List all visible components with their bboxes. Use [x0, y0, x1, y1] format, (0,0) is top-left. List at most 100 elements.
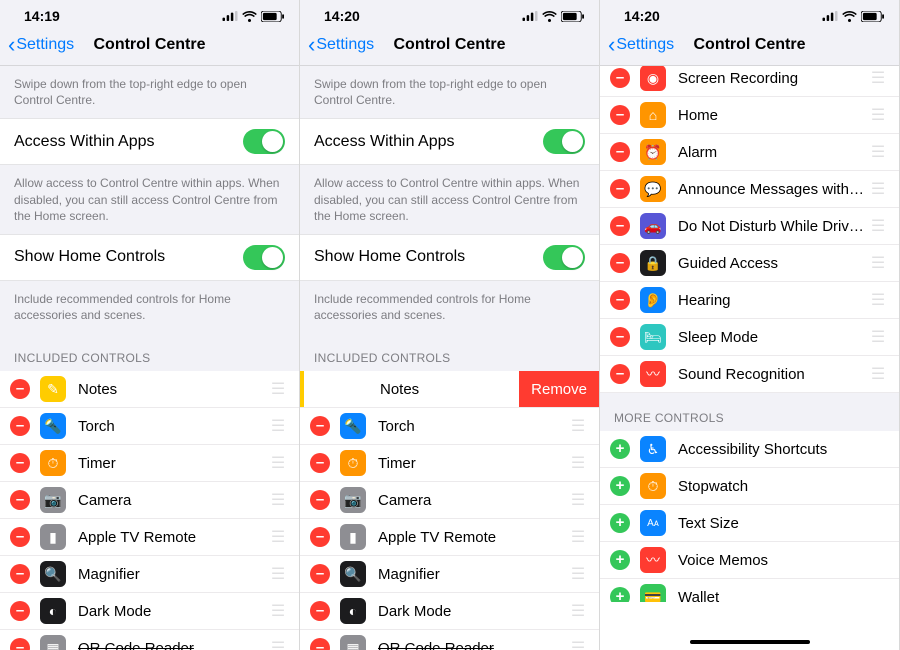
row-label: Magnifier — [78, 566, 267, 583]
drag-handle-icon[interactable] — [867, 290, 889, 310]
remove-icon[interactable] — [310, 490, 330, 510]
alarm-icon: ⏰ — [640, 139, 666, 165]
wifi-icon — [842, 11, 857, 22]
remove-icon[interactable] — [310, 638, 330, 650]
row-label: Dark Mode — [78, 603, 267, 620]
home-controls-toggle[interactable] — [543, 245, 585, 270]
status-time: 14:20 — [624, 8, 660, 24]
list-item: 〰 Sound Recognition — [600, 356, 899, 393]
drag-handle-icon[interactable] — [267, 527, 289, 547]
sleep-mode-icon: 🛏 — [640, 324, 666, 350]
list-item: ⏱ Timer — [300, 445, 599, 482]
access-toggle[interactable] — [243, 129, 285, 154]
drag-handle-icon[interactable] — [867, 179, 889, 199]
list-item: ✎ Notes — [0, 371, 299, 408]
remove-icon[interactable] — [610, 142, 630, 162]
remove-icon[interactable] — [610, 364, 630, 384]
remove-icon[interactable] — [10, 564, 30, 584]
home-controls-toggle[interactable] — [243, 245, 285, 270]
battery-icon — [861, 11, 885, 22]
status-icons — [522, 11, 585, 22]
drag-handle-icon[interactable] — [867, 105, 889, 125]
row-label: QR Code Reader — [78, 640, 267, 650]
access-toggle[interactable] — [543, 129, 585, 154]
remove-icon[interactable] — [610, 216, 630, 236]
remove-icon[interactable] — [310, 527, 330, 547]
remove-icon[interactable] — [10, 379, 30, 399]
page-title: Control Centre — [694, 36, 806, 54]
apple-tv-remote-icon: ▮ — [40, 524, 66, 550]
remove-icon[interactable] — [10, 416, 30, 436]
remove-icon[interactable] — [610, 68, 630, 88]
qr-code-icon: ▦ — [40, 635, 66, 650]
drag-handle-icon[interactable] — [267, 490, 289, 510]
remove-icon[interactable] — [10, 638, 30, 650]
cellular-icon — [222, 11, 238, 21]
drag-handle-icon[interactable] — [267, 416, 289, 436]
list-item: ◐ Dark Mode — [300, 593, 599, 630]
row-label: Apple TV Remote — [78, 529, 267, 546]
row-label: Notes — [78, 381, 267, 398]
drag-handle-icon[interactable] — [567, 490, 589, 510]
remove-button[interactable]: Remove — [519, 371, 599, 407]
cellular-icon — [522, 11, 538, 21]
notes-icon: ✎ — [40, 376, 66, 402]
drag-handle-icon[interactable] — [567, 601, 589, 621]
home-controls-label: Show Home Controls — [314, 248, 543, 266]
row-label: QR Code Reader — [378, 640, 567, 650]
back-label: Settings — [16, 36, 74, 54]
torch-icon: 🔦 — [40, 413, 66, 439]
accessibility-icon: ♿︎ — [640, 436, 666, 462]
drag-handle-icon[interactable] — [867, 253, 889, 273]
drag-handle-icon[interactable] — [867, 216, 889, 236]
drag-handle-icon[interactable] — [567, 564, 589, 584]
remove-icon[interactable] — [310, 564, 330, 584]
remove-icon[interactable] — [10, 453, 30, 473]
drag-handle-icon[interactable] — [267, 601, 289, 621]
remove-icon[interactable] — [610, 253, 630, 273]
home-controls-label: Show Home Controls — [14, 248, 243, 266]
row-label: Voice Memos — [678, 552, 889, 569]
drag-handle-icon[interactable] — [867, 327, 889, 347]
drag-handle-icon[interactable] — [567, 416, 589, 436]
list-item: 🔍 Magnifier — [0, 556, 299, 593]
drag-handle-icon[interactable] — [867, 142, 889, 162]
remove-icon[interactable] — [610, 179, 630, 199]
apple-tv-remote-icon: ▮ — [340, 524, 366, 550]
remove-icon[interactable] — [610, 327, 630, 347]
remove-icon[interactable] — [310, 453, 330, 473]
remove-icon[interactable] — [610, 105, 630, 125]
status-icons — [822, 11, 885, 22]
back-button[interactable]: ‹ Settings — [608, 34, 674, 56]
remove-icon[interactable] — [10, 490, 30, 510]
announce-messages-icon: 💬 — [640, 176, 666, 202]
back-button[interactable]: ‹ Settings — [8, 34, 74, 56]
remove-icon[interactable] — [10, 527, 30, 547]
add-icon[interactable] — [610, 513, 630, 533]
remove-icon[interactable] — [10, 601, 30, 621]
drag-handle-icon[interactable] — [867, 364, 889, 384]
drag-handle-icon[interactable] — [267, 379, 289, 399]
remove-icon[interactable] — [310, 416, 330, 436]
status-icons — [222, 11, 285, 22]
remove-icon[interactable] — [310, 601, 330, 621]
qr-code-icon: ▦ — [340, 635, 366, 650]
add-icon[interactable] — [610, 550, 630, 570]
navbar: ‹ Settings Control Centre — [0, 28, 299, 66]
row-label: Stopwatch — [678, 478, 889, 495]
drag-handle-icon[interactable] — [567, 453, 589, 473]
add-icon[interactable] — [610, 439, 630, 459]
drag-handle-icon[interactable] — [567, 527, 589, 547]
drag-handle-icon[interactable] — [267, 453, 289, 473]
drag-handle-icon[interactable] — [867, 68, 889, 88]
add-icon[interactable] — [610, 476, 630, 496]
home-indicator-icon[interactable] — [690, 640, 810, 644]
back-button[interactable]: ‹ Settings — [308, 34, 374, 56]
remove-icon[interactable] — [610, 290, 630, 310]
row-label: Accessibility Shortcuts — [678, 441, 889, 458]
drag-handle-icon[interactable] — [267, 564, 289, 584]
navbar: ‹ Settings Control Centre — [300, 28, 599, 66]
drag-handle-icon[interactable] — [267, 638, 289, 650]
drag-handle-icon[interactable] — [567, 638, 589, 650]
included-header: INCLUDED CONTROLS — [0, 333, 299, 371]
